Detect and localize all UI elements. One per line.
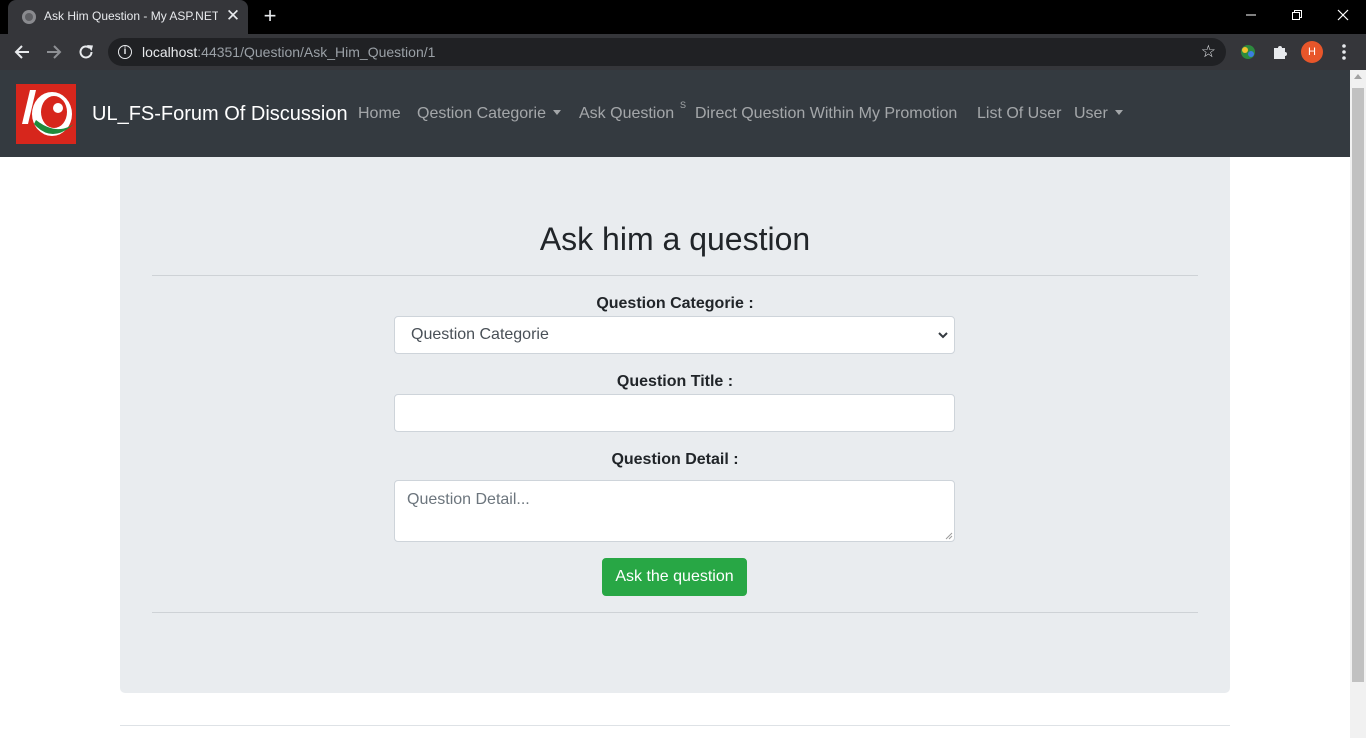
logo-emblem-icon xyxy=(16,84,76,144)
nav-notification-marker: S xyxy=(680,100,687,110)
divider xyxy=(152,612,1198,613)
tab-title: Ask Him Question - My ASP.NET xyxy=(44,9,218,23)
scrollbar-thumb[interactable] xyxy=(1352,88,1364,682)
browser-tab-strip: Ask Him Question - My ASP.NET ✕ + xyxy=(0,0,1366,34)
nav-categories-dropdown[interactable]: Qestion Categorie xyxy=(417,105,561,123)
bookmark-star-icon[interactable]: ☆ xyxy=(1201,42,1216,62)
new-tab-button[interactable]: + xyxy=(258,4,282,28)
caret-down-icon xyxy=(1114,110,1123,115)
caret-down-icon xyxy=(552,110,561,115)
restore-window-button[interactable] xyxy=(1274,0,1320,30)
divider xyxy=(152,275,1198,276)
restore-icon xyxy=(1292,10,1302,20)
browser-toolbar: i localhost:44351/Question/Ask_Him_Quest… xyxy=(0,34,1366,70)
category-selected-value: Question Categorie xyxy=(411,326,549,343)
page-scrollbar[interactable] xyxy=(1350,70,1366,738)
nav-direct-question-link[interactable]: Direct Question Within My Promotion xyxy=(695,105,957,123)
site-brand[interactable]: UL_FS-Forum Of Discussion xyxy=(92,103,348,126)
minimize-icon xyxy=(1246,14,1256,16)
reload-icon xyxy=(79,45,93,59)
resize-grip-icon[interactable] xyxy=(945,532,953,540)
category-label: Question Categorie : xyxy=(596,295,754,312)
nav-categories-label: Qestion Categorie xyxy=(417,105,546,122)
detail-label: Question Detail : xyxy=(611,451,739,468)
info-icon[interactable]: i xyxy=(118,45,132,59)
page-viewport: UL_FS-Forum Of Discussion Home Qestion C… xyxy=(0,70,1350,738)
chevron-down-icon xyxy=(938,332,948,339)
title-label: Question Title : xyxy=(616,373,734,390)
globe-icon xyxy=(22,10,36,24)
minimize-window-button[interactable] xyxy=(1228,0,1274,30)
university-logo[interactable] xyxy=(16,84,76,144)
arrow-left-icon xyxy=(14,45,29,59)
category-select[interactable]: Question Categorie xyxy=(394,316,955,354)
nav-home-link[interactable]: Home xyxy=(358,105,401,123)
nav-ask-question-link[interactable]: Ask Question xyxy=(579,105,674,123)
extension-colorful-icon[interactable] xyxy=(1238,42,1258,62)
close-icon xyxy=(1337,9,1349,21)
ask-question-panel: Ask him a question Question Categorie : … xyxy=(120,157,1230,693)
ask-question-button[interactable]: Ask the question xyxy=(602,558,747,596)
nav-user-dropdown[interactable]: User xyxy=(1074,105,1123,123)
footer-divider xyxy=(120,725,1230,726)
reload-button[interactable] xyxy=(72,38,100,66)
nav-user-label: User xyxy=(1074,105,1108,122)
close-window-button[interactable] xyxy=(1320,0,1366,30)
nav-list-users-link[interactable]: List Of User xyxy=(977,105,1061,123)
extensions-puzzle-icon[interactable] xyxy=(1270,42,1290,62)
address-bar[interactable]: i localhost:44351/Question/Ask_Him_Quest… xyxy=(108,38,1226,66)
question-title-input[interactable] xyxy=(394,394,955,432)
scroll-up-arrow-icon[interactable] xyxy=(1354,74,1362,79)
page-title: Ask him a question xyxy=(539,221,811,257)
browser-tab[interactable]: Ask Him Question - My ASP.NET ✕ xyxy=(8,0,248,34)
url-text: localhost:44351/Question/Ask_Him_Questio… xyxy=(142,44,436,60)
forward-button[interactable] xyxy=(40,38,68,66)
more-menu-icon[interactable] xyxy=(1334,42,1354,62)
back-button[interactable] xyxy=(8,38,36,66)
profile-avatar[interactable]: H xyxy=(1301,41,1323,63)
site-navbar: UL_FS-Forum Of Discussion Home Qestion C… xyxy=(0,70,1350,157)
question-detail-textarea[interactable] xyxy=(394,480,955,542)
tab-close-icon[interactable]: ✕ xyxy=(224,6,242,26)
arrow-right-icon xyxy=(47,45,62,59)
